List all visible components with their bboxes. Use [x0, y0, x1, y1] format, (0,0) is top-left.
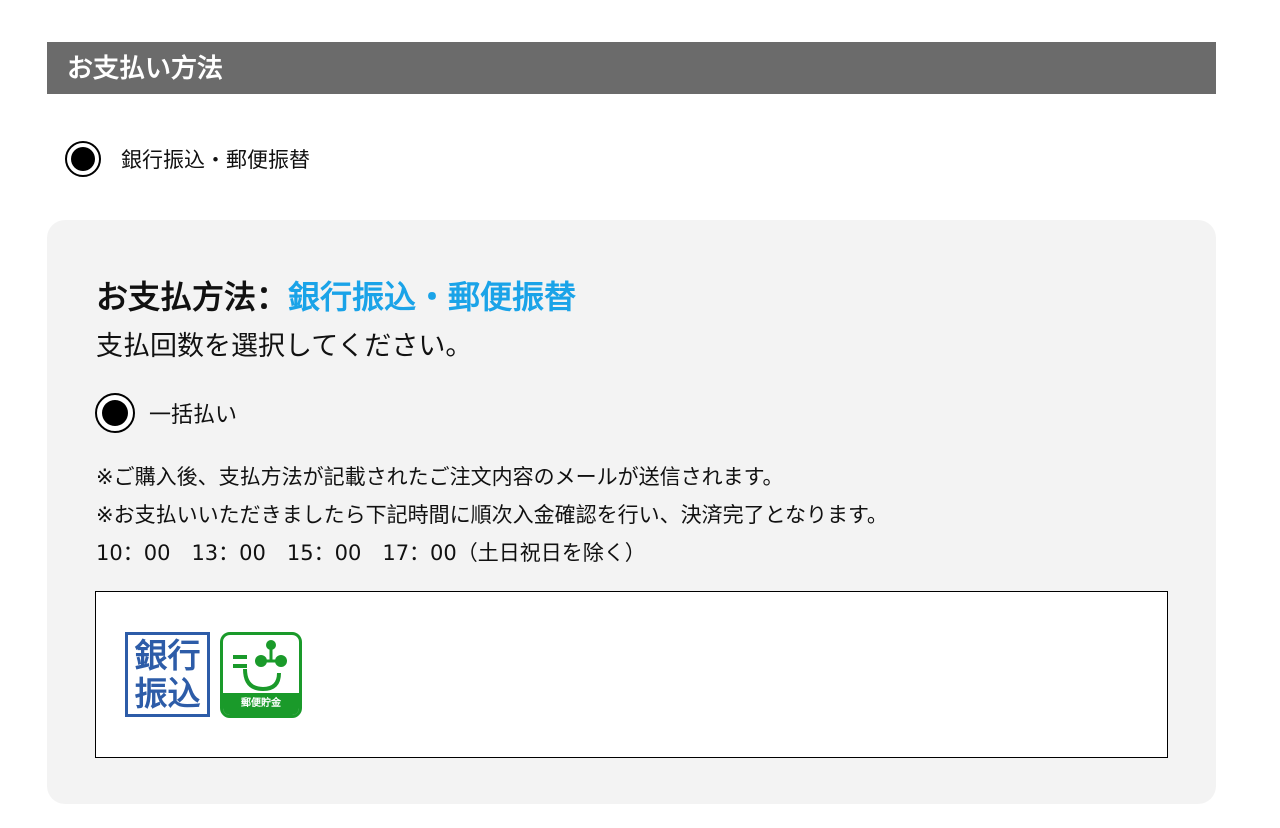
payment-details-panel: お支払方法：銀行振込・郵便振替 支払回数を選択してください。 一括払い ※ご購入…	[47, 220, 1216, 804]
installment-option-label: 一括払い	[149, 403, 238, 428]
radio-selected-icon[interactable]	[95, 393, 135, 433]
note-line: ※お支払いいただきましたら下記時間に順次入金確認を行い、決済完了となります。	[96, 503, 888, 527]
section-header: お支払い方法	[47, 42, 1216, 94]
panel-subtitle: 支払回数を選択してください。	[96, 331, 473, 362]
japan-post-caption: 郵便貯金	[223, 693, 299, 715]
note-line: ※ご購入後、支払方法が記載されたご注文内容のメールが送信されます。	[96, 465, 784, 489]
japan-post-logo: 郵便貯金	[220, 632, 302, 718]
japan-post-mark	[233, 640, 287, 692]
panel-title-method: 銀行振込・郵便振替	[288, 278, 577, 316]
section-title: お支払い方法	[67, 54, 224, 84]
note-line: 10：00 13：00 15：00 17：00（土日祝日を除く）	[96, 541, 646, 565]
panel-title: お支払方法：銀行振込・郵便振替	[96, 272, 576, 318]
radio-selected-icon[interactable]	[65, 141, 101, 177]
payment-method-label: 銀行振込・郵便振替	[121, 148, 310, 172]
payment-logos-box: 銀行 振込 郵便貯金	[95, 591, 1168, 758]
bank-transfer-logo: 銀行 振込	[125, 632, 210, 717]
payment-method-option[interactable]: 銀行振込・郵便振替	[65, 139, 310, 179]
installment-option-lump-sum[interactable]: 一括払い	[95, 393, 237, 433]
payment-notes: ※ご購入後、支払方法が記載されたご注文内容のメールが送信されます。 ※お支払いい…	[96, 458, 888, 572]
panel-title-prefix: お支払方法：	[96, 278, 289, 316]
